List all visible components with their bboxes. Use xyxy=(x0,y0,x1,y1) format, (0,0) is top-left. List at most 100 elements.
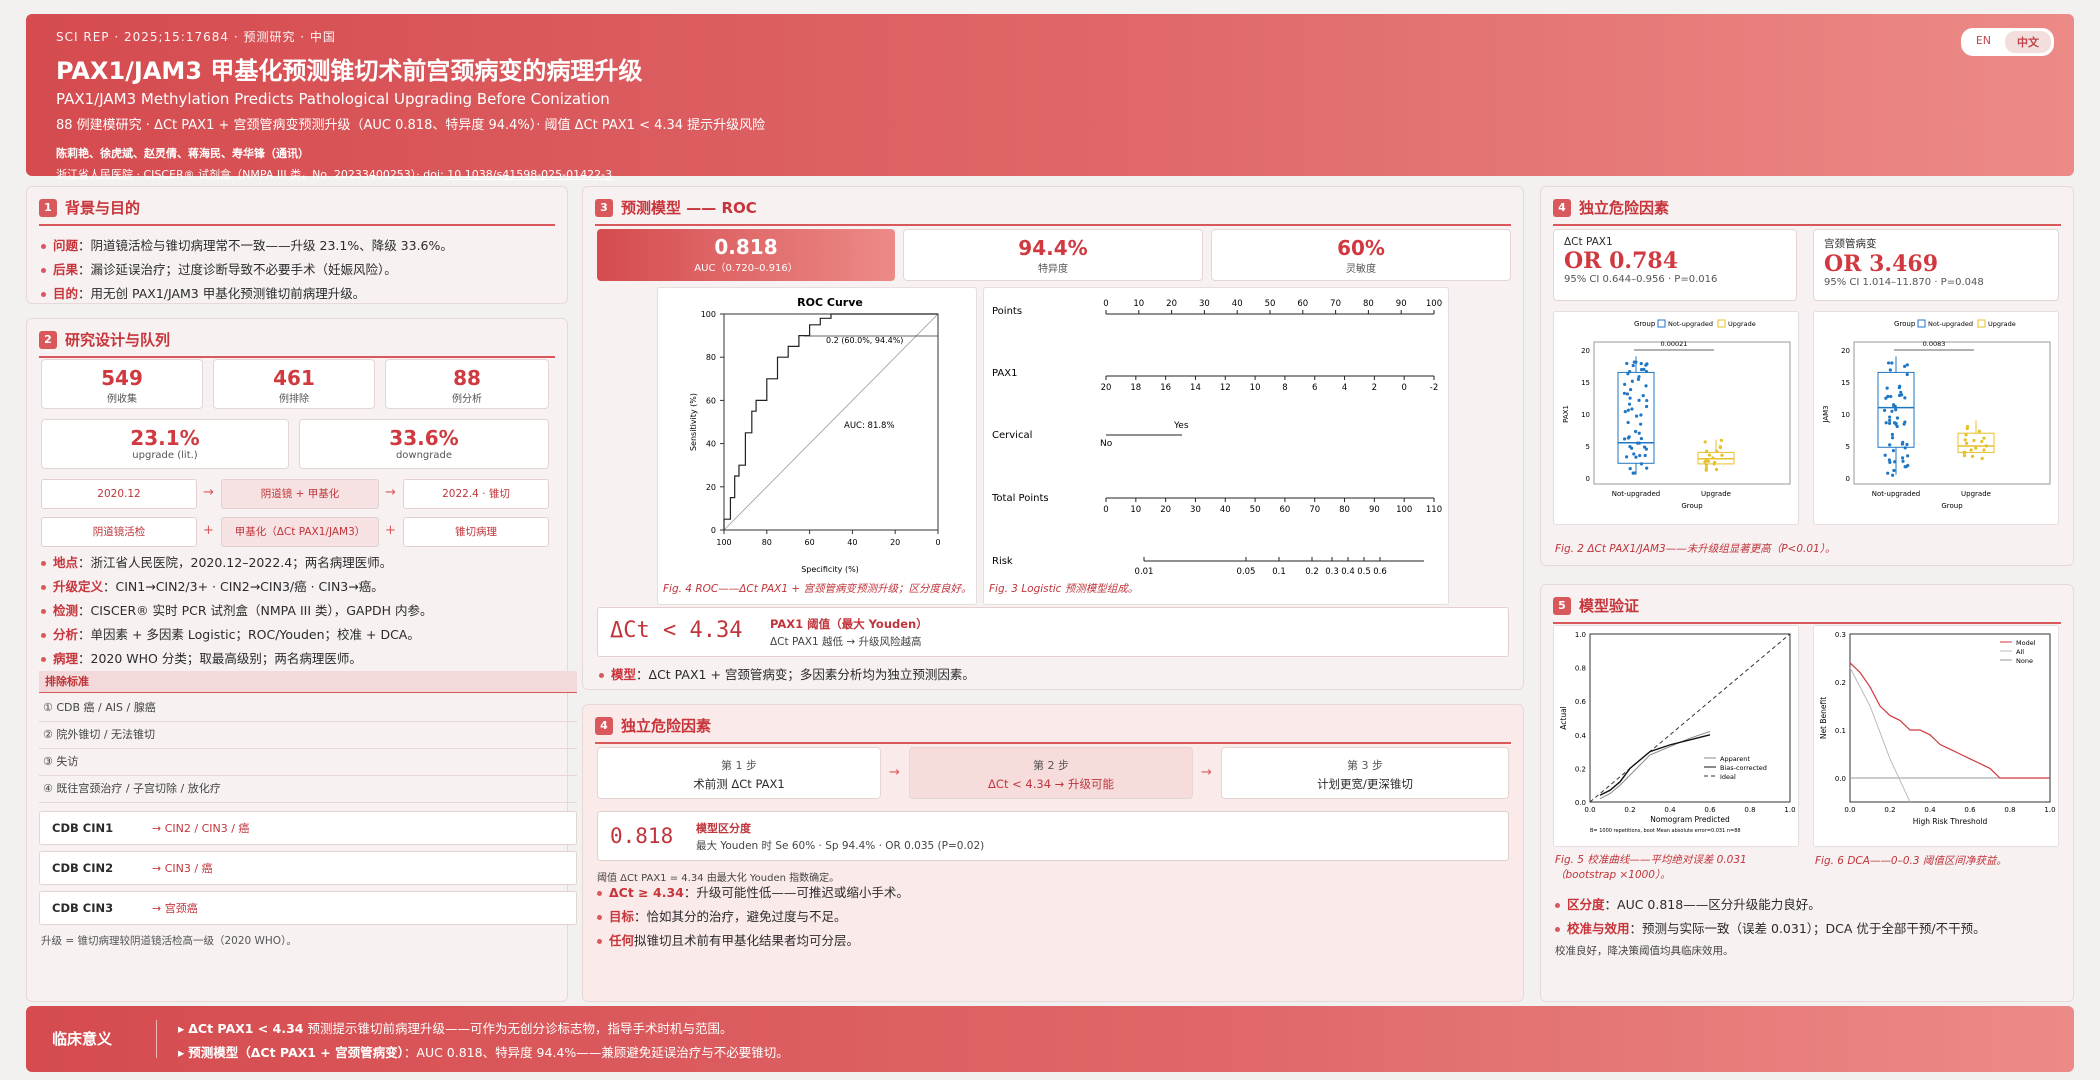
doi-link[interactable]: 10.1038/s41598-025-01422-3 xyxy=(447,168,612,181)
data-point xyxy=(1703,440,1707,444)
data-point xyxy=(1714,467,1719,472)
step-label: 第 2 步 xyxy=(1033,759,1069,772)
score-value: 0.818 xyxy=(610,824,674,848)
stat-upgrade-rate: 23.1% upgrade (lit.) xyxy=(41,419,289,469)
data-point xyxy=(1625,392,1630,396)
data-point xyxy=(1982,436,1986,440)
bullet-item: 校准与效用：预测与实际一致（误差 0.031）；DCA 优于全部干预/不干预。 xyxy=(1553,917,2063,941)
data-point xyxy=(1632,452,1636,456)
boxplot-pax1: Group Not-upgraded Upgrade 0 5 10 15 20 PAX1 0.00… xyxy=(1553,311,1799,525)
arrow-icon: → xyxy=(385,485,396,500)
arrow-icon: → xyxy=(889,765,900,780)
threshold-sub: ΔCt PAX1 越低 → 升级风险越高 xyxy=(770,636,922,648)
nomo-tick-label: 18 xyxy=(1130,383,1141,393)
bullet-item: 目标：恰如其分的治疗，避免过度与不足。 xyxy=(595,905,1495,929)
apparent-line xyxy=(1599,730,1711,800)
x-tick-label: 0.8 xyxy=(2004,806,2015,814)
risk-list: ΔCt ≥ 4.34：升级可能性低——可推迟或缩小手术。 目标：恰如其分的治疗，… xyxy=(595,881,1495,953)
nomo-tick-label: 20 xyxy=(1166,299,1177,309)
data-point xyxy=(1894,408,1898,412)
data-point xyxy=(1969,448,1973,452)
journal-meta: SCI REP · 2025;15:17684 · 预测研究 · 中国 xyxy=(56,30,336,44)
data-point xyxy=(1890,361,1894,365)
x-tick-label: 0.0 xyxy=(1844,806,1855,814)
calibration-footnote: B= 1000 repetitions, boot Mean absolute … xyxy=(1590,828,1741,834)
data-point xyxy=(1703,460,1707,464)
y-tick-label: 0.6 xyxy=(1575,698,1587,706)
nomo-tick-label: 50 xyxy=(1265,299,1276,309)
threshold-title: PAX1 阈值（最大 Youden） xyxy=(770,617,928,631)
y-tick-label: 0.0 xyxy=(1575,799,1586,807)
y-tick-label: 0.1 xyxy=(1835,727,1846,735)
bullet-text: ：漏诊延误治疗；过度诊断导致不必要手术（妊娠风险）。 xyxy=(78,262,397,277)
boxplot-jam3: Group Not-upgraded Upgrade 0 5 10 15 20 JAM3 0.00… xyxy=(1813,311,2059,525)
bullet-item: 问题：阴道镜活检与锥切病理常不一致——升级 23.1%、降级 33.6%。 xyxy=(39,234,555,258)
step-text: 计划更宽/更深锥切 xyxy=(1317,777,1413,791)
roc-y-tick-label: 20 xyxy=(706,483,716,492)
x-tick-label: 0.4 xyxy=(1664,806,1676,814)
timeline-start: 2020.12 xyxy=(41,479,197,509)
bullet-text: ：用无创 PAX1/JAM3 甲基化预测锥切前病理升级。 xyxy=(78,286,366,301)
arrow-icon: → xyxy=(1201,765,1212,780)
bullet-item: 目的：用无创 PAX1/JAM3 甲基化预测锥切前病理升级。 xyxy=(39,282,555,306)
section-risk-factors: 4 独立危险因素 ΔCt PAX1 OR 0.784 95% CI 0.644–0… xyxy=(1540,186,2074,566)
data-point xyxy=(1893,460,1897,464)
lang-zh-button[interactable]: 中文 xyxy=(2005,31,2051,53)
bullet-text: ：CISCER® 实时 PCR 试剂盒（NMPA III 类），GAPDH 内参… xyxy=(78,603,433,618)
data-point xyxy=(1901,459,1905,463)
data-point xyxy=(1903,420,1907,424)
legend-swatch xyxy=(1657,319,1666,328)
data-point xyxy=(1622,391,1627,395)
fig5-caption: Fig. 5 校准曲线——平均绝对误差 0.031（bootstrap ×100… xyxy=(1555,854,1747,881)
roc-x-tick-label: 60 xyxy=(805,538,815,547)
legend-item: Model xyxy=(2016,639,2036,647)
data-point xyxy=(1892,468,1896,473)
or-card-pax1: ΔCt PAX1 OR 0.784 95% CI 0.644–0.956 · P… xyxy=(1553,229,1797,301)
exclusion-item: ④ 既往宫颈治疗 / 子宫切除 / 放化疗 xyxy=(39,776,577,803)
nomo-tick-label: 70 xyxy=(1309,505,1320,515)
data-point xyxy=(1706,459,1711,463)
section-header: 2 研究设计与队列 xyxy=(39,329,555,358)
plus-icon: + xyxy=(385,523,396,538)
roc-xlabel: Specificity (%) xyxy=(801,565,859,574)
data-point xyxy=(1628,466,1632,471)
bullet-item: 病理：2020 WHO 分类；取最高级别；两名病理医师。 xyxy=(39,647,569,671)
data-point xyxy=(1626,408,1630,412)
step-text: 术前测 ΔCt PAX1 xyxy=(693,777,785,791)
stat-label: 例排除 xyxy=(279,394,309,405)
data-point xyxy=(1637,375,1641,379)
ideal-line xyxy=(1589,633,1791,803)
nomo-tick-label: 0.05 xyxy=(1237,567,1256,577)
bullet-key: 目标 xyxy=(609,909,635,924)
bullet-text: ：浙江省人民医院，2020.12–2022.4；两名病理医师。 xyxy=(78,555,393,570)
nomo-tick-label: 20 xyxy=(1160,505,1171,515)
affiliation-text: 浙江省人民医院 · CISCER® 试剂盒（NMPA III 类，No. 202… xyxy=(56,168,448,181)
section-number: 1 xyxy=(39,198,57,217)
data-point xyxy=(1980,456,1984,461)
language-toggle: EN 中文 xyxy=(1960,28,2054,56)
data-point xyxy=(1628,388,1633,392)
data-point xyxy=(1883,453,1887,457)
roc-x-tick-label: 20 xyxy=(890,538,900,547)
stat-value: 33.6% xyxy=(389,426,459,450)
data-point xyxy=(1636,377,1640,382)
lang-en-button[interactable]: EN xyxy=(1964,31,2003,53)
data-point xyxy=(1893,404,1897,409)
x-tick-label: 0.6 xyxy=(1964,806,1976,814)
section-title: 独立危险因素 xyxy=(1579,199,1670,217)
section-title: 预测模型 —— ROC xyxy=(621,199,757,217)
model-bullet: 模型：ΔCt PAX1 + 宫颈管病变；多因素分析均为独立预测因素。 xyxy=(597,663,975,687)
data-point xyxy=(1632,471,1636,475)
nomogram-figure: Points PAX1 Cervical Total Points Risk 0… xyxy=(983,287,1449,605)
y-tick-label: 15 xyxy=(1841,379,1850,387)
data-point xyxy=(1630,379,1634,383)
data-point xyxy=(1891,449,1896,453)
x-tick-label: 1.0 xyxy=(1784,806,1795,814)
stat-value: 23.1% xyxy=(130,426,200,450)
data-point xyxy=(1892,421,1897,425)
data-point xyxy=(1962,454,1967,458)
flow-step: 阴道镜活检 xyxy=(41,517,197,547)
nomo-tick-label: 60 xyxy=(1297,299,1308,309)
roc-x-tick-label: 0 xyxy=(935,538,940,547)
nomo-tick-label: 10 xyxy=(1130,505,1141,515)
